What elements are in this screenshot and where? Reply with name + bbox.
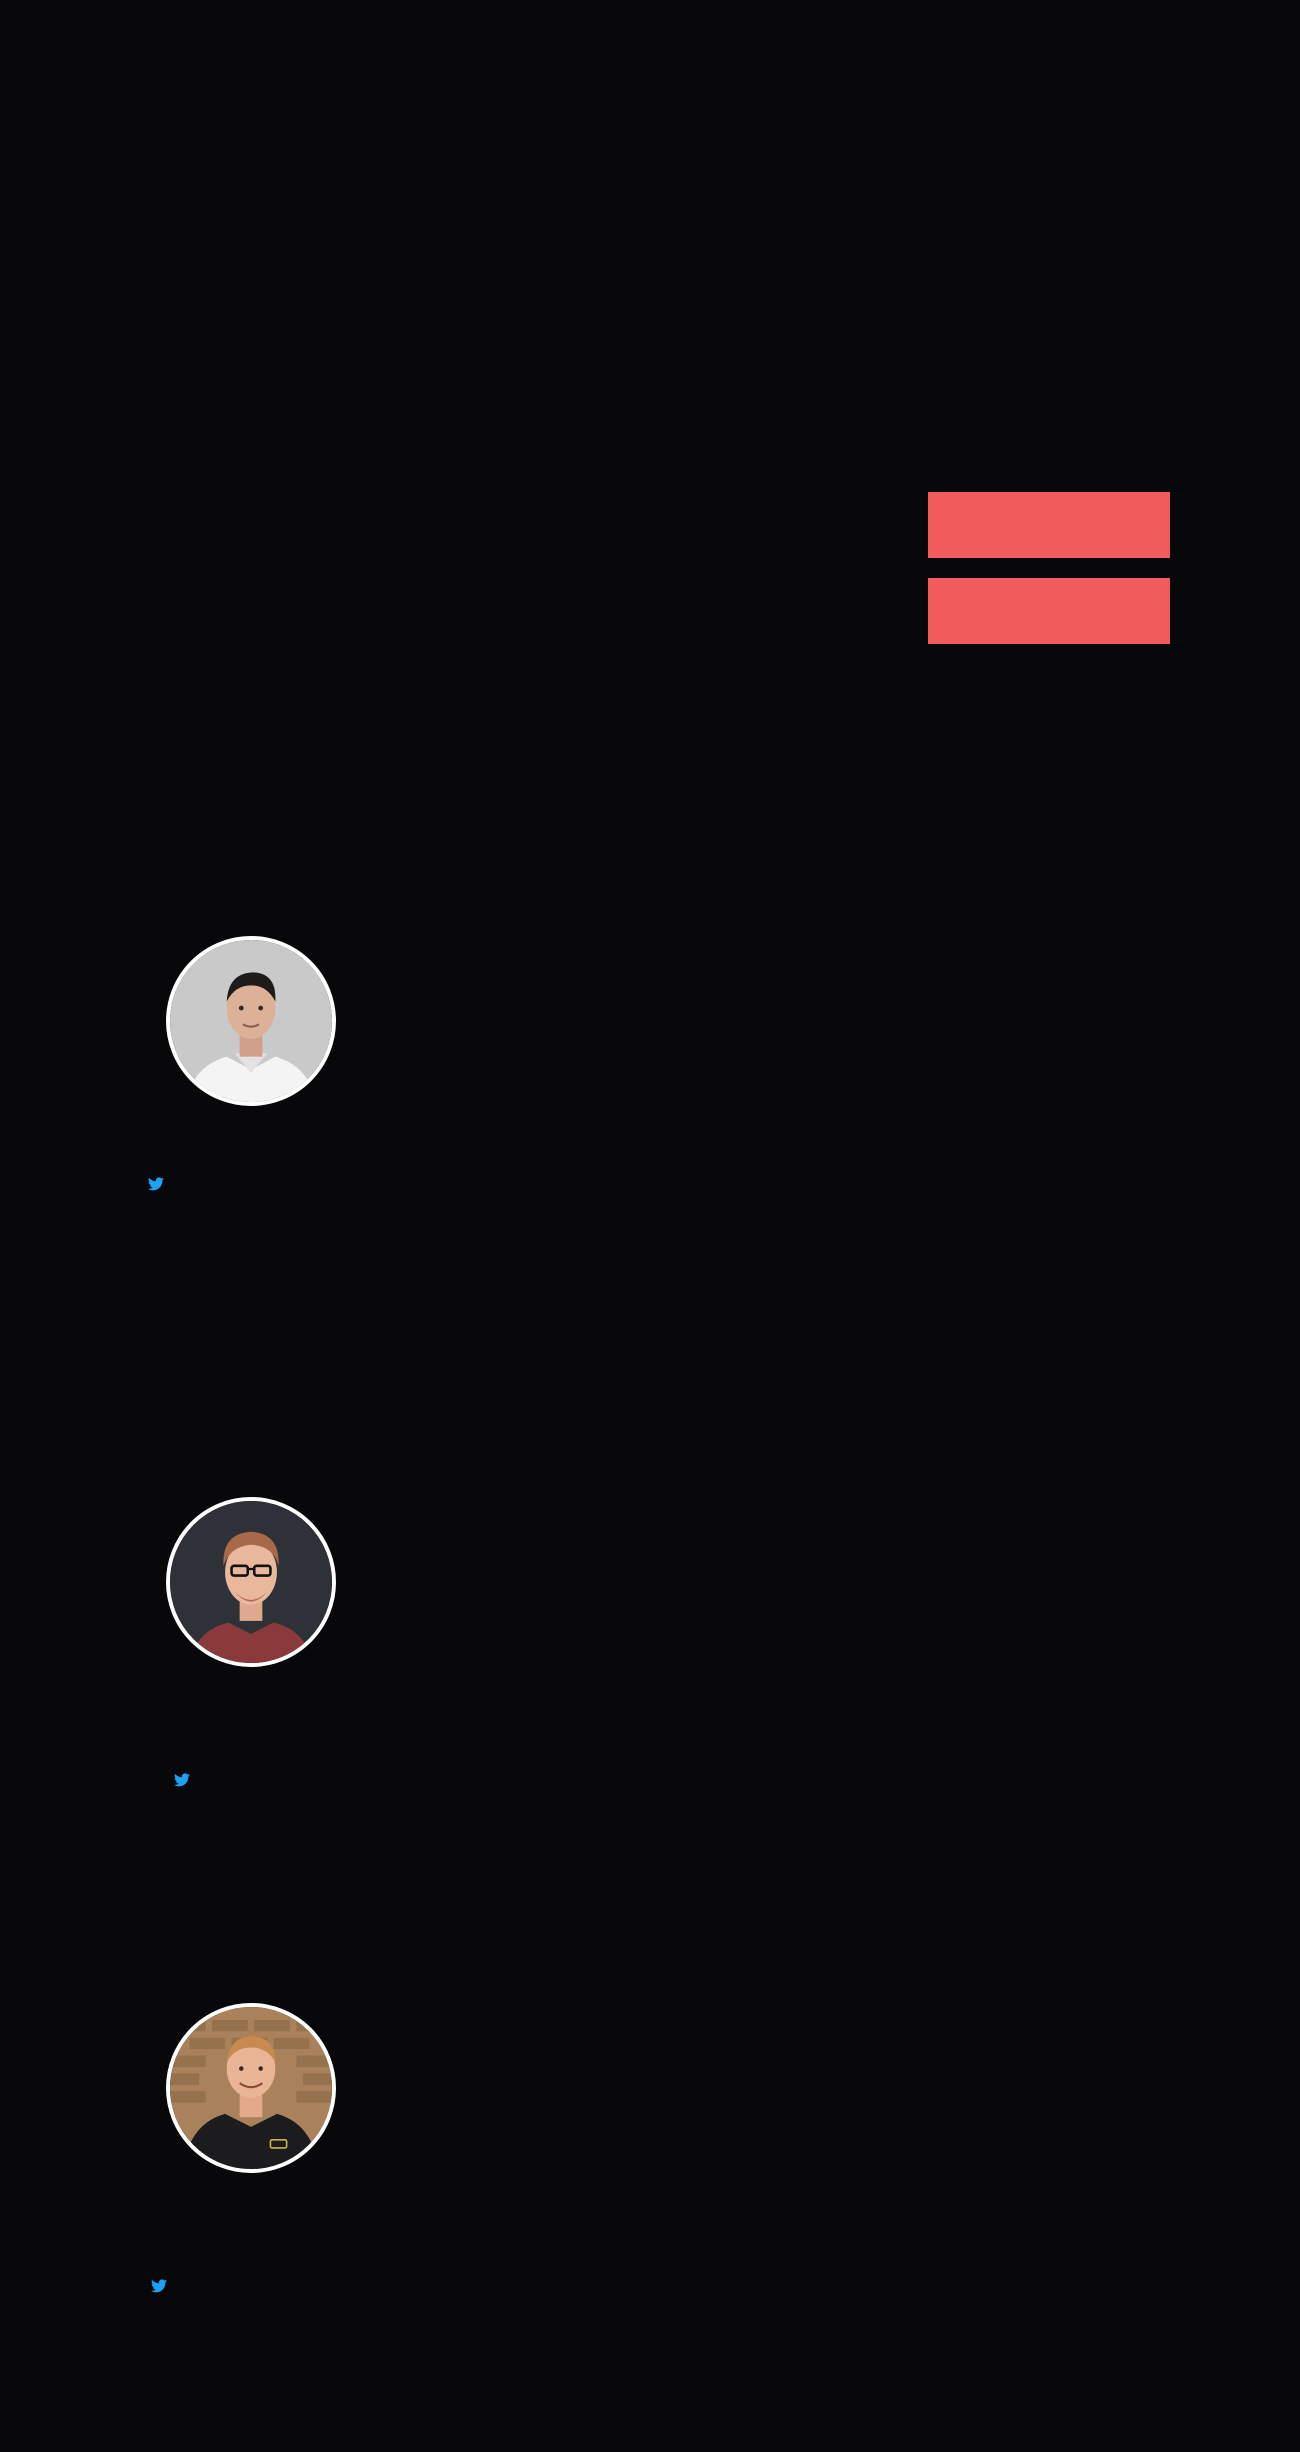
team-member-1-avatar [166,936,336,1106]
twitter-icon[interactable] [174,1773,190,1787]
secondary-cta-button[interactable] [928,578,1170,644]
twitter-icon[interactable] [148,1177,164,1191]
primary-cta-button[interactable] [928,492,1170,558]
page [0,0,1300,2452]
team-member-2-avatar [166,1497,336,1667]
team-member-3-avatar [166,2003,336,2173]
twitter-icon[interactable] [151,2279,167,2293]
